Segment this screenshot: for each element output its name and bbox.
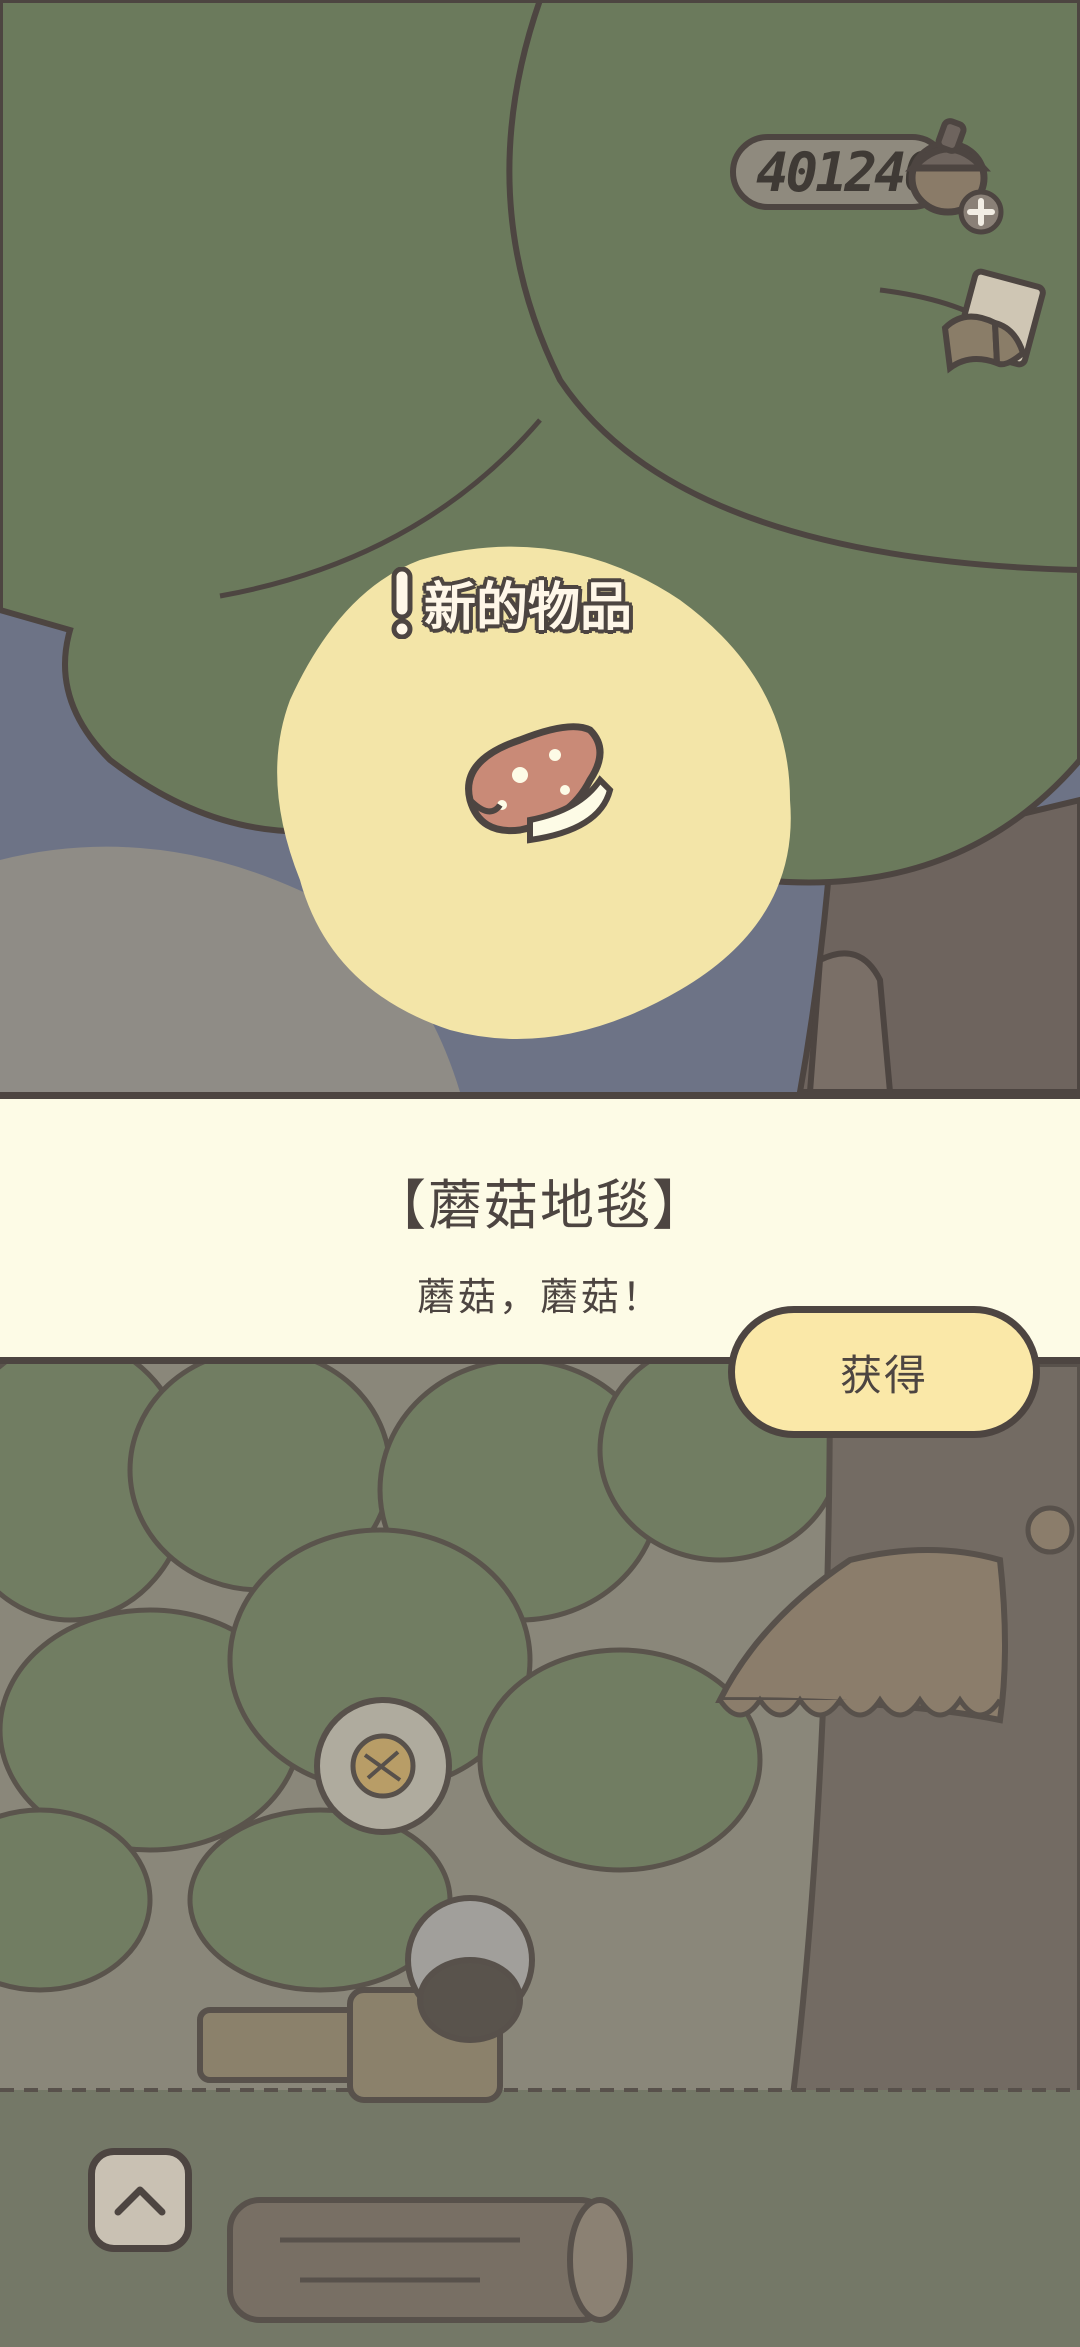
exclamation-icon [391,566,413,639]
new-item-label: 新的物品 [424,578,633,638]
item-name: 【蘑菇地毯】 [372,1174,708,1237]
note-icon[interactable] [935,268,1055,388]
plus-icon[interactable] [957,188,1005,236]
new-item-badge: 新的物品 [390,565,632,640]
expand-menu-button[interactable] [88,2148,192,2252]
chevron-up-icon [114,2186,166,2216]
obtain-button[interactable]: 获得 [728,1306,1040,1438]
acorn-counter: 401240 [730,118,1004,235]
